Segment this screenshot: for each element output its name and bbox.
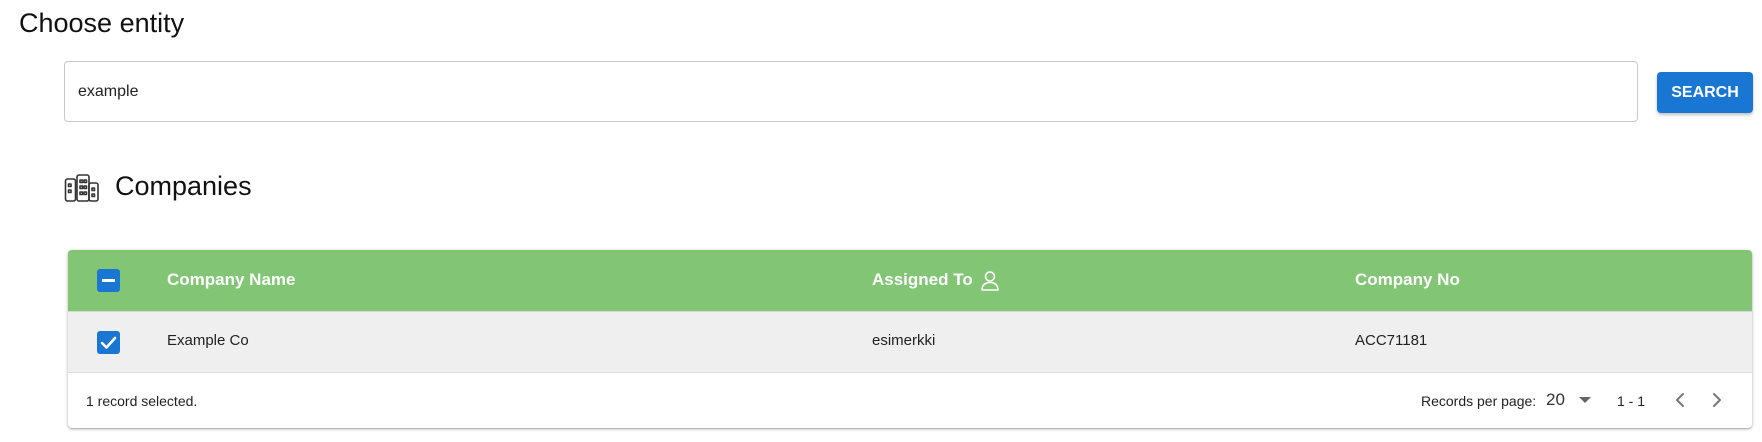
section-title: Companies [115,171,252,201]
rows-per-page-label: Records per page: [1421,393,1537,409]
column-header-company-no[interactable]: Company No [1355,270,1460,290]
column-header-assigned-to[interactable]: Assigned To [872,270,973,290]
person-icon [981,271,999,291]
search-button[interactable]: SEARCH [1657,72,1753,113]
checkmark-icon [100,336,117,349]
previous-page-button[interactable] [1667,387,1693,413]
column-header-company-name[interactable]: Company Name [167,270,295,290]
buildings-icon [64,174,99,202]
table-footer: 1 record selected. Records per page: 20 … [68,373,1752,428]
rows-per-page-select[interactable]: 20 [1546,387,1591,413]
row-checkbox[interactable] [97,331,120,354]
minus-icon [102,279,115,282]
select-all-checkbox[interactable] [97,269,120,292]
pagination-range: 1 - 1 [1617,393,1646,409]
companies-table: Company Name Assigned To Company No Exam… [68,250,1752,428]
search-input[interactable] [64,61,1638,122]
caret-down-icon [1578,397,1591,403]
cell-assigned-to: esimerkki [872,332,936,349]
table-header: Company Name Assigned To Company No [68,250,1752,311]
next-page-button[interactable] [1704,387,1730,413]
table-row[interactable]: Example Co esimerkki ACC71181 [68,311,1752,373]
cell-company-no: ACC71181 [1355,332,1428,349]
page-title: Choose entity [19,8,185,38]
cell-company-name: Example Co [167,332,249,349]
rows-per-page-value: 20 [1546,390,1565,409]
selected-count-text: 1 record selected. [86,393,198,409]
chevron-left-icon [1676,393,1684,407]
chevron-right-icon [1713,393,1721,407]
